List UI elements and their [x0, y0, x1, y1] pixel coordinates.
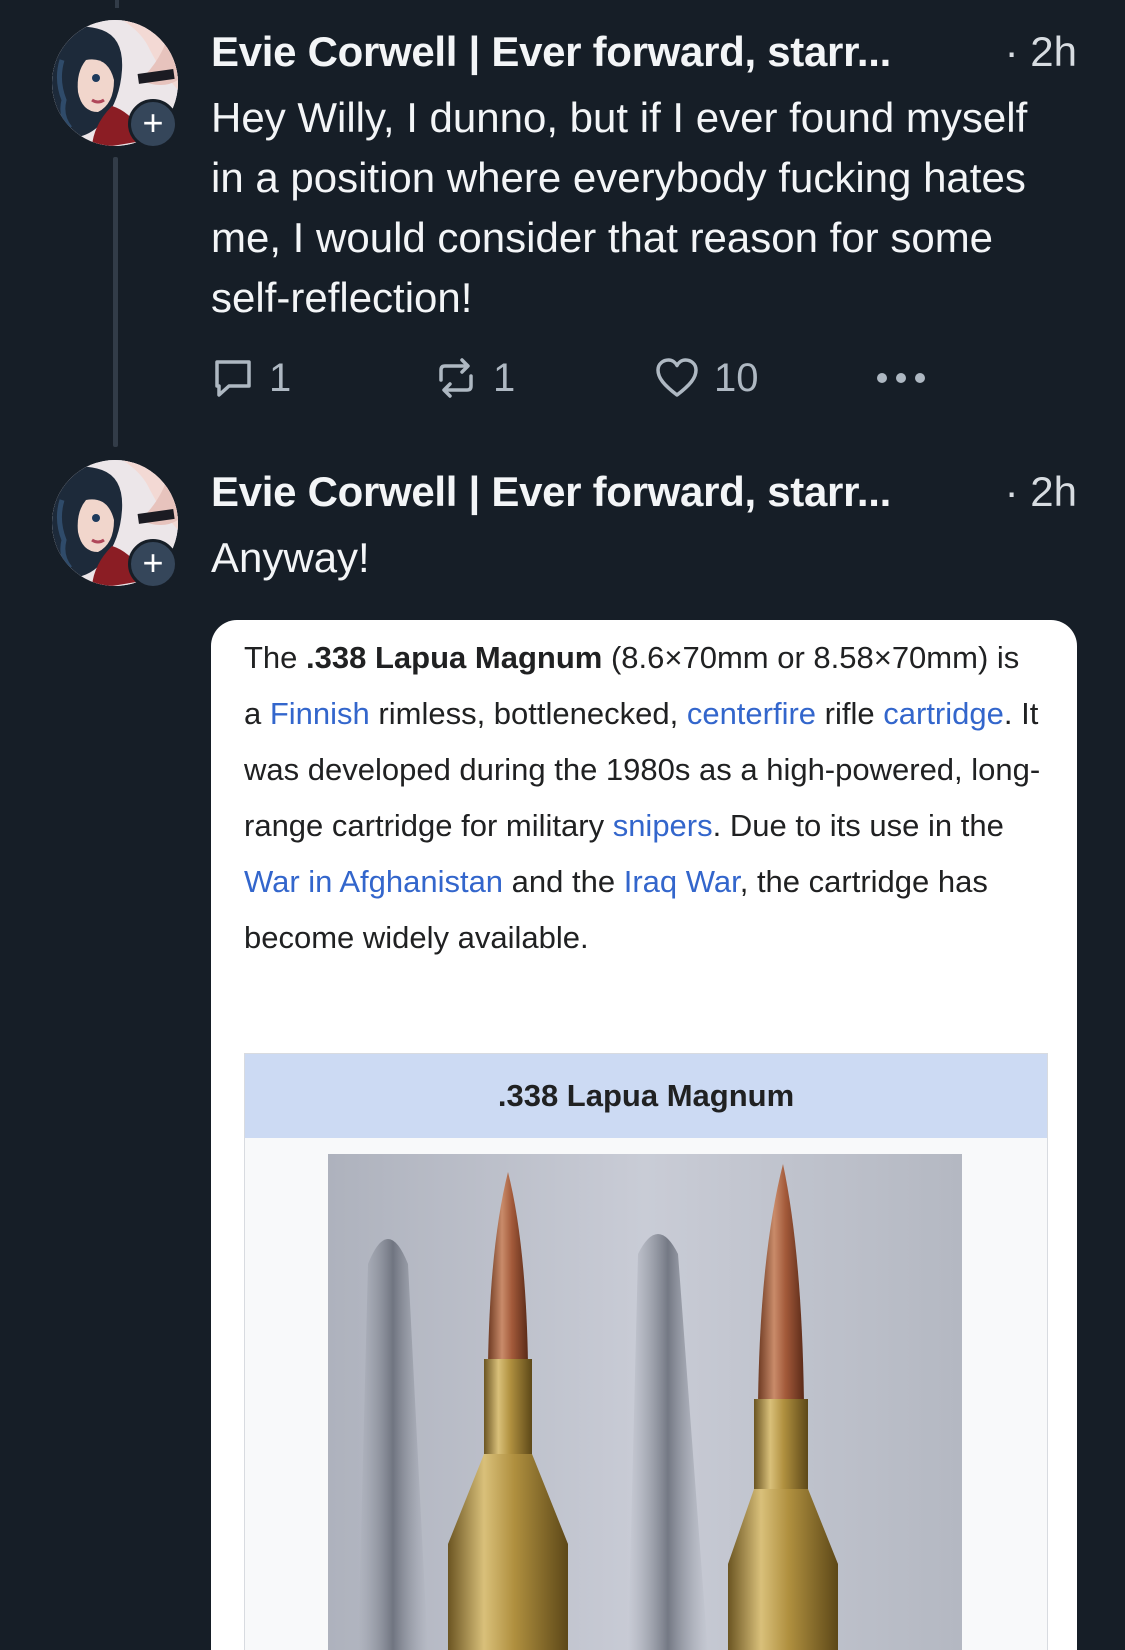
avatar-container: +	[52, 460, 182, 590]
wiki-text: The	[244, 640, 307, 675]
wiki-article-title: .338 Lapua Magnum	[306, 640, 603, 675]
like-button[interactable]: 10	[654, 348, 759, 408]
wiki-paragraph: The .338 Lapua Magnum (8.6×70mm or 8.58×…	[244, 630, 1044, 966]
post-actions: 1 1 10	[211, 348, 931, 408]
post-timestamp[interactable]: · 2h	[1005, 464, 1077, 520]
cartridge-photo	[328, 1154, 962, 1650]
wiki-link: cartridge	[883, 696, 1004, 731]
wiki-text: rifle	[816, 696, 884, 731]
avatar-container: +	[52, 20, 182, 150]
reply-post[interactable]: + Evie Corwell | Ever forward, starr... …	[0, 0, 1125, 450]
embedded-image[interactable]: The .338 Lapua Magnum (8.6×70mm or 8.58×…	[211, 620, 1077, 1650]
more-options-button[interactable]	[874, 348, 928, 408]
author-name[interactable]: Evie Corwell | Ever forward, starr...	[211, 468, 891, 515]
wiki-text: rimless, bottlenecked,	[369, 696, 687, 731]
post-timestamp[interactable]: · 2h	[1005, 24, 1077, 80]
wiki-link: Finnish	[269, 696, 370, 731]
heart-icon	[654, 356, 700, 400]
wiki-infobox: .338 Lapua Magnum	[244, 1053, 1048, 1650]
speech-bubble-icon	[211, 356, 255, 400]
wiki-link: Iraq War	[623, 864, 740, 899]
post-header: Evie Corwell | Ever forward, starr... · …	[211, 464, 1077, 520]
wiki-link: centerfire	[686, 696, 817, 731]
infobox-title: .338 Lapua Magnum	[245, 1054, 1047, 1138]
post-text: Hey Willy, I dunno, but if I ever found …	[211, 94, 1028, 321]
wiki-text: . Due to its use in the	[712, 808, 1004, 843]
post-text: Anyway!	[211, 534, 370, 581]
repost-arrows-icon	[433, 356, 479, 400]
reply-count: 1	[269, 355, 292, 400]
wiki-link: snipers	[612, 808, 713, 843]
ellipsis-icon	[874, 368, 928, 388]
post-header: Evie Corwell | Ever forward, starr... · …	[211, 24, 1077, 80]
like-count: 10	[714, 355, 759, 400]
wiki-text: and the	[503, 864, 624, 899]
reply-button[interactable]: 1	[211, 348, 291, 408]
thread-connector-line	[113, 157, 118, 447]
repost-count: 1	[493, 355, 516, 400]
follow-plus-button[interactable]: +	[128, 99, 178, 149]
repost-button[interactable]: 1	[433, 348, 515, 408]
author-name[interactable]: Evie Corwell | Ever forward, starr...	[211, 28, 891, 75]
wiki-link: War in Afghanistan	[244, 864, 504, 899]
reply-post[interactable]: + Evie Corwell | Ever forward, starr... …	[0, 440, 1125, 1650]
follow-plus-button[interactable]: +	[128, 539, 178, 589]
